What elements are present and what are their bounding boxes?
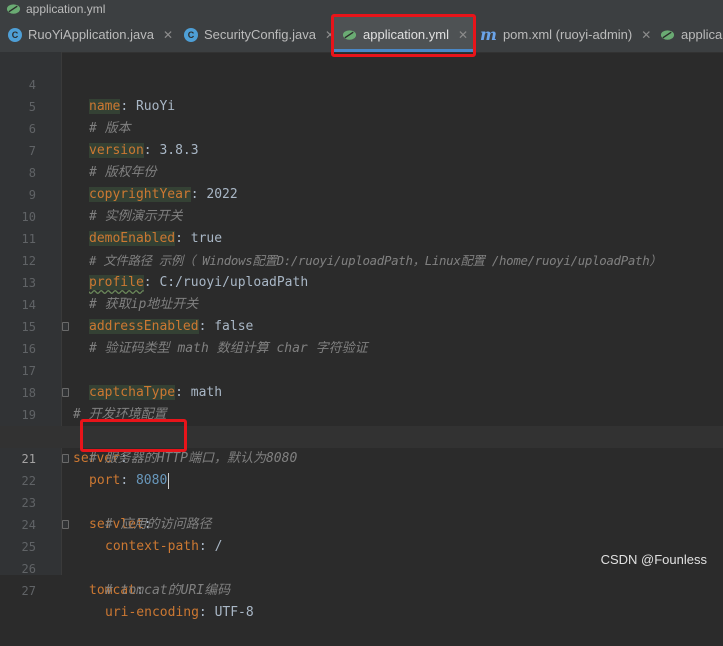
tab-label: RuoYiApplication.java xyxy=(28,27,154,42)
code-line[interactable]: 4 name: RuoYi xyxy=(0,52,723,114)
window-title-bar: application.yml xyxy=(0,0,723,17)
tab-application-yml[interactable]: application.yml ✕ xyxy=(334,17,474,52)
code-line[interactable]: 15 # 验证码类型 math 数组计算 char 字符验证 xyxy=(0,294,723,356)
code-line[interactable]: 7 # 版权年份 xyxy=(0,118,723,180)
code-line[interactable]: 19 server: xyxy=(0,382,723,466)
code-line[interactable]: 10 demoEnabled: true xyxy=(0,184,723,246)
code-line[interactable]: 5 # 版本 xyxy=(0,74,723,136)
spring-leaf-icon xyxy=(6,3,21,14)
line-number: 27 xyxy=(21,584,36,598)
code-line[interactable]: 9 # 实例演示开关 xyxy=(0,162,723,224)
editor-tab-bar: C RuoYiApplication.java ✕ C SecurityConf… xyxy=(0,17,723,53)
tab-label: application.yml xyxy=(363,27,449,42)
code-line[interactable]: 16 captchaType: math xyxy=(0,316,723,400)
tab-pom-xml[interactable]: m pom.xml (ruoyi-admin) ✕ xyxy=(480,17,651,52)
tab-security-config[interactable]: C SecurityConfig.java ✕ xyxy=(184,17,335,52)
tab-label: SecurityConfig.java xyxy=(204,27,316,42)
code-editor[interactable]: 4 name: RuoYi 5 # 版本 6 version: 3.8.3 7 … xyxy=(0,52,723,620)
tab-label: applica xyxy=(681,27,723,42)
code-line[interactable]: 17 xyxy=(0,338,723,378)
code-line[interactable]: 12 profile: C:/ruoyi/uploadPath xyxy=(0,228,723,290)
fold-marker-icon[interactable] xyxy=(62,520,69,529)
tab-label: pom.xml (ruoyi-admin) xyxy=(502,27,633,42)
close-icon[interactable]: ✕ xyxy=(163,28,173,42)
code-line-current[interactable]: 21 port: 8080 xyxy=(0,426,723,489)
spring-leaf-icon xyxy=(660,29,675,40)
code-line[interactable]: 23 # 应用的访问路径 xyxy=(0,470,723,532)
close-icon[interactable]: ✕ xyxy=(458,28,468,42)
window-title: application.yml xyxy=(26,1,106,16)
fold-marker-icon[interactable] xyxy=(62,454,69,463)
java-class-icon: C xyxy=(8,27,22,42)
yaml-comment: # tomcat的URI编码 xyxy=(105,583,231,598)
code-line[interactable]: 14 addressEnabled: false xyxy=(0,272,723,334)
java-class-icon: C xyxy=(184,27,198,42)
code-line[interactable]: 11 # 文件路径 示例（ Windows配置D:/ruoyi/uploadPa… xyxy=(0,206,723,268)
code-line[interactable]: 20 # 服务器的HTTP端口，默认为8080 xyxy=(0,404,723,466)
yaml-value: UTF-8 xyxy=(214,605,254,620)
code-line[interactable]: 8 copyrightYear: 2022 xyxy=(0,140,723,202)
code-line[interactable]: 18 # 开发环境配置 xyxy=(0,360,723,422)
fold-marker-icon[interactable] xyxy=(62,388,69,397)
code-line[interactable]: 24 context-path: / xyxy=(0,492,723,554)
close-icon[interactable]: ✕ xyxy=(641,28,651,42)
tab-application-other[interactable]: applica xyxy=(660,17,722,52)
yaml-key: uri-encoding xyxy=(105,605,199,620)
watermark: CSDN @Founless xyxy=(600,552,707,567)
tab-ruoyi-application[interactable]: C RuoYiApplication.java ✕ xyxy=(8,17,173,52)
fold-marker-icon[interactable] xyxy=(62,322,69,331)
code-line[interactable]: 22 servlet: xyxy=(0,448,723,532)
code-line[interactable]: 6 version: 3.8.3 xyxy=(0,96,723,158)
code-line[interactable]: 13 # 获取ip地址开关 xyxy=(0,250,723,312)
spring-leaf-icon xyxy=(342,29,357,40)
code-line[interactable]: 25 tomcat: xyxy=(0,514,723,598)
maven-icon: m xyxy=(480,25,497,44)
